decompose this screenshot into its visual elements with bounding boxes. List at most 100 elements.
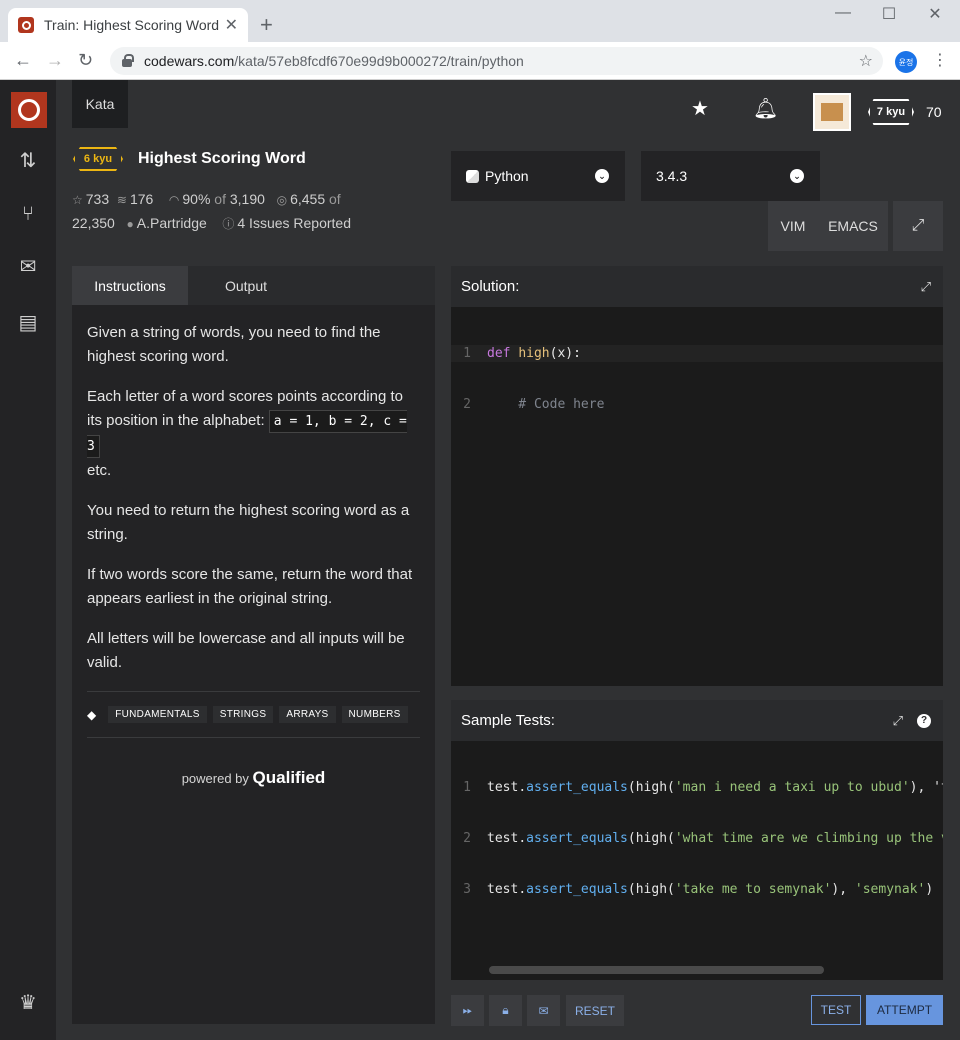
star-icon: ☆ xyxy=(72,193,83,207)
instructions-paragraph: If two words score the same, return the … xyxy=(87,566,413,607)
profile-avatar[interactable]: 윤정 xyxy=(895,51,917,73)
code-function: high xyxy=(518,346,550,361)
back-icon[interactable]: ← xyxy=(14,50,32,71)
code-object: test xyxy=(487,882,519,897)
code-object: test xyxy=(487,780,519,795)
tag-icon: ◆ xyxy=(87,707,97,722)
code-comment: # Code here xyxy=(487,397,605,412)
solution-code[interactable]: 1 def high (x): 2 # Code here xyxy=(451,307,943,447)
language-name: Python xyxy=(485,168,529,184)
completed-icon: ◎ xyxy=(276,193,288,207)
author-link[interactable]: A.Partridge xyxy=(137,215,207,231)
unlock-solutions-icon[interactable]: 🔒︎ xyxy=(489,995,522,1026)
chevron-down-icon: ⌄ xyxy=(595,169,609,183)
issues-link[interactable]: 4 Issues Reported xyxy=(237,215,351,231)
close-tab-icon[interactable]: ✕ xyxy=(225,15,238,35)
lock-icon xyxy=(122,54,134,67)
version-label: 3.4.3 xyxy=(656,168,688,184)
browser-menu-icon[interactable]: ⋮ xyxy=(932,50,948,70)
collections-icon: ≋ xyxy=(116,193,127,207)
close-window-icon[interactable]: ✕ xyxy=(912,4,958,24)
tag-fundamentals[interactable]: FUNDAMENTALS xyxy=(108,706,207,723)
satisfaction-icon: ◠ xyxy=(168,193,180,207)
solution-header: Solution: ⤢ xyxy=(451,266,943,307)
chevron-down-icon: ⌄ xyxy=(790,169,804,183)
code-string: 'take me to semynak' xyxy=(674,882,832,897)
reset-button[interactable]: RESET xyxy=(566,995,624,1026)
code-method: assert_equals xyxy=(526,831,628,846)
attempts-count: 22,350 xyxy=(72,215,115,231)
docs-icon[interactable]: ▤ xyxy=(14,308,42,336)
powered-by-qualified[interactable]: powered by Qualified xyxy=(72,768,435,788)
practice-icon[interactable]: ⇅ xyxy=(14,146,42,174)
fork-icon[interactable]: ⑂ xyxy=(14,200,42,228)
tests-editor[interactable]: Sample Tests: ⤢ ? 1 test. assert_equals (hi… xyxy=(451,700,943,980)
line-number: 1 xyxy=(463,346,471,361)
expand-icon[interactable]: ⤢ xyxy=(893,713,903,729)
url-path: /kata/57eb8fcdf670e99d9b000272/train/pyt… xyxy=(234,53,524,69)
trophy-icon[interactable]: ♛ xyxy=(14,988,42,1016)
codewars-logo[interactable] xyxy=(11,92,47,128)
instructions-tabs: Instructions Output xyxy=(72,266,435,305)
qualified-logo: Qualified xyxy=(252,768,326,787)
expand-icon[interactable]: ⤢ xyxy=(921,279,931,295)
code-text: (high( xyxy=(627,831,675,846)
discuss-icon[interactable]: ✉ xyxy=(14,252,42,280)
discourse-icon[interactable]: ✉ xyxy=(527,995,560,1026)
code-object: test xyxy=(487,831,519,846)
language-select[interactable]: Python ⌄ xyxy=(451,151,625,201)
reload-icon[interactable]: ↻ xyxy=(78,50,93,71)
code-string: 'semynak' xyxy=(854,882,926,897)
version-select[interactable]: 3.4.3 ⌄ xyxy=(641,151,820,201)
code-line: 2 # Code here xyxy=(451,396,943,413)
vim-mode-button[interactable]: VIM xyxy=(768,201,818,251)
of-label: of xyxy=(329,191,341,207)
help-icon[interactable]: ? xyxy=(917,713,931,728)
tests-code[interactable]: 1 test. assert_equals (high('man i need a t… xyxy=(451,741,943,932)
tag-numbers[interactable]: NUMBERS xyxy=(341,706,408,723)
new-tab-icon[interactable]: + xyxy=(260,12,273,38)
test-button[interactable]: TEST xyxy=(811,995,861,1025)
kata-title: Highest Scoring Word xyxy=(138,150,306,167)
instructions-text: etc. xyxy=(87,462,112,479)
kata-nav-tab[interactable]: Kata xyxy=(72,80,128,128)
code-string: 'man i need a taxi up to ubud' xyxy=(674,780,910,795)
satisfaction-rating: 90% xyxy=(182,191,211,207)
tag-arrays[interactable]: ARRAYS xyxy=(279,706,336,723)
line-number: 3 xyxy=(463,882,471,897)
user-avatar[interactable] xyxy=(813,93,851,131)
code-keyword: def xyxy=(487,346,511,361)
code-text: (x): xyxy=(549,346,581,361)
instructions-paragraph: Each letter of a word scores points acco… xyxy=(87,385,420,483)
powered-by-label: powered by xyxy=(181,771,249,786)
attempt-button[interactable]: ATTEMPT xyxy=(866,995,943,1025)
notification-bell-icon[interactable]: 🔔︎ xyxy=(753,96,778,121)
code-text: ), xyxy=(831,882,855,897)
solution-editor[interactable]: Solution: ⤢ 1 def high (x): 2 # Code here xyxy=(451,266,943,686)
code-line: 1 test. assert_equals (high('man i need a t… xyxy=(451,779,943,796)
line-number: 2 xyxy=(463,831,471,846)
browser-tab[interactable]: Train: Highest Scoring Word ✕ xyxy=(8,8,248,42)
fullscreen-icon[interactable]: ⤢ xyxy=(893,201,943,251)
minimize-icon[interactable]: — xyxy=(820,4,866,22)
code-method: assert_equals xyxy=(526,882,628,897)
tab-instructions[interactable]: Instructions xyxy=(72,266,188,305)
collections-count: 176 xyxy=(129,191,154,207)
tag-strings[interactable]: STRINGS xyxy=(212,706,274,723)
kata-rank-badge: 6 kyu xyxy=(73,147,123,171)
skip-icon[interactable]: ⏩︎ xyxy=(451,995,484,1026)
bookmark-star-icon[interactable]: ☆ xyxy=(859,51,873,71)
horizontal-scrollbar[interactable] xyxy=(489,966,824,974)
maximize-icon[interactable]: ☐ xyxy=(866,4,912,24)
instructions-panel: Instructions Output Given a string of wo… xyxy=(72,266,435,1024)
honor-score: 70 xyxy=(926,104,942,120)
url-field[interactable]: codewars.com/kata/57eb8fcdf670e99d9b0002… xyxy=(110,47,883,75)
code-text: ), 't xyxy=(909,780,943,795)
emacs-mode-button[interactable]: EMACS xyxy=(818,201,888,251)
code-method: assert_equals xyxy=(526,780,628,795)
forward-icon[interactable]: → xyxy=(46,50,64,71)
satisfaction-total: 3,190 xyxy=(229,191,265,207)
bookmark-icon[interactable]: ★ xyxy=(691,96,709,121)
stars-count: 733 xyxy=(85,191,110,207)
tab-output[interactable]: Output xyxy=(188,266,304,305)
